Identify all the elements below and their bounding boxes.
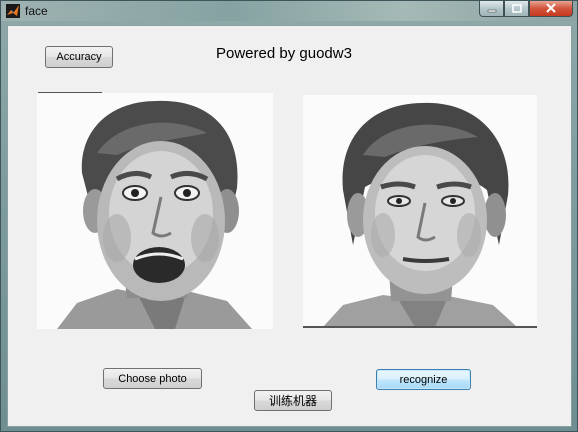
axes-border-line <box>303 326 537 328</box>
window-title: face <box>25 4 48 18</box>
application-window: face Accuracy Powered by guodw3 Choose p… <box>0 0 578 432</box>
maximize-icon <box>511 0 522 18</box>
left-face-photo <box>37 93 273 329</box>
train-machine-button[interactable]: 训练机器 <box>254 390 332 411</box>
minimize-icon <box>487 0 497 18</box>
maximize-button[interactable] <box>504 1 529 17</box>
accuracy-button[interactable]: Accuracy <box>45 46 113 68</box>
figure-client-area: Accuracy Powered by guodw3 Choose photo … <box>7 25 572 427</box>
close-icon <box>545 0 557 18</box>
title-bar[interactable]: face <box>1 1 577 21</box>
powered-by-label: Powered by guodw3 <box>216 45 352 62</box>
recognize-button[interactable]: recognize <box>376 369 471 390</box>
choose-photo-button[interactable]: Choose photo <box>103 368 202 389</box>
close-button[interactable] <box>529 1 573 17</box>
window-controls <box>479 1 573 18</box>
matlab-app-icon <box>6 4 20 18</box>
right-face-photo <box>303 95 537 327</box>
minimize-button[interactable] <box>479 1 504 17</box>
